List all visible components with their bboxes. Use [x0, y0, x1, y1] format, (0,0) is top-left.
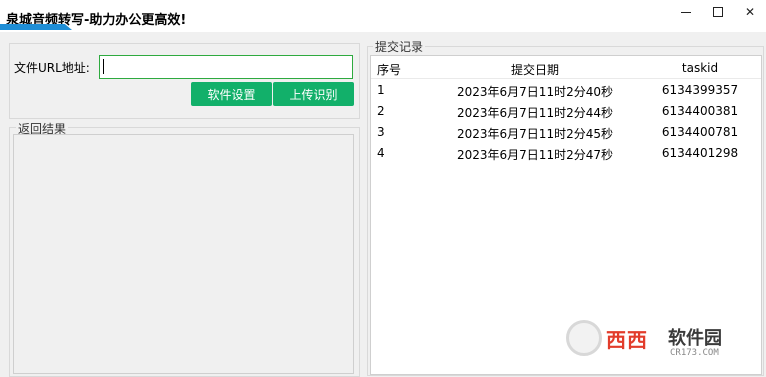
column-header-index[interactable]: 序号	[377, 61, 401, 78]
header-divider	[371, 78, 761, 79]
site-watermark: 西西 软件园 CR173.COM	[566, 318, 746, 362]
row-index: 1	[377, 83, 385, 97]
table-row[interactable]: 1 2023年6月7日11时2分40秒 6134399357	[371, 80, 761, 101]
minimize-button[interactable]	[670, 0, 702, 24]
table-row[interactable]: 3 2023年6月7日11时2分45秒 6134400781	[371, 122, 761, 143]
settings-button[interactable]: 软件设置	[191, 82, 272, 106]
text-caret	[103, 59, 104, 74]
close-icon: ✕	[744, 5, 756, 19]
result-textarea[interactable]	[13, 134, 354, 374]
row-index: 4	[377, 146, 385, 160]
row-taskid: 6134401298	[661, 146, 739, 160]
watermark-domain: CR173.COM	[670, 348, 719, 358]
close-button[interactable]: ✕	[734, 0, 766, 24]
url-label: 文件URL地址:	[14, 61, 90, 75]
table-row[interactable]: 2 2023年6月7日11时2分44秒 6134400381	[371, 101, 761, 122]
records-group-caption: 提交记录	[373, 38, 426, 55]
row-taskid: 6134400781	[661, 125, 739, 139]
table-row[interactable]: 4 2023年6月7日11时2分47秒 6134401298	[371, 143, 761, 164]
row-taskid: 6134400381	[661, 104, 739, 118]
column-header-taskid[interactable]: taskid	[643, 61, 757, 75]
row-index: 3	[377, 125, 385, 139]
maximize-icon	[713, 7, 723, 17]
row-date: 2023年6月7日11时2分44秒	[457, 106, 613, 120]
title-bar: 泉城音频转写-助力办公更高效! ✕	[0, 0, 766, 32]
row-taskid: 6134399357	[661, 83, 739, 97]
row-date: 2023年6月7日11时2分40秒	[457, 85, 613, 99]
watermark-brand-red: 西西	[606, 328, 648, 352]
upload-recognize-button[interactable]: 上传识别	[273, 82, 354, 106]
minimize-icon	[681, 11, 691, 13]
title-accent-bar	[0, 24, 72, 30]
row-index: 2	[377, 104, 385, 118]
table-header-row: 序号 提交日期 taskid	[371, 58, 761, 79]
watermark-logo-icon	[566, 320, 602, 356]
column-header-date[interactable]: 提交日期	[443, 61, 627, 78]
url-input[interactable]	[99, 55, 353, 79]
row-date: 2023年6月7日11时2分45秒	[457, 127, 613, 141]
watermark-brand-dark: 软件园	[668, 328, 722, 349]
maximize-button[interactable]	[702, 0, 734, 24]
row-date: 2023年6月7日11时2分47秒	[457, 148, 613, 162]
